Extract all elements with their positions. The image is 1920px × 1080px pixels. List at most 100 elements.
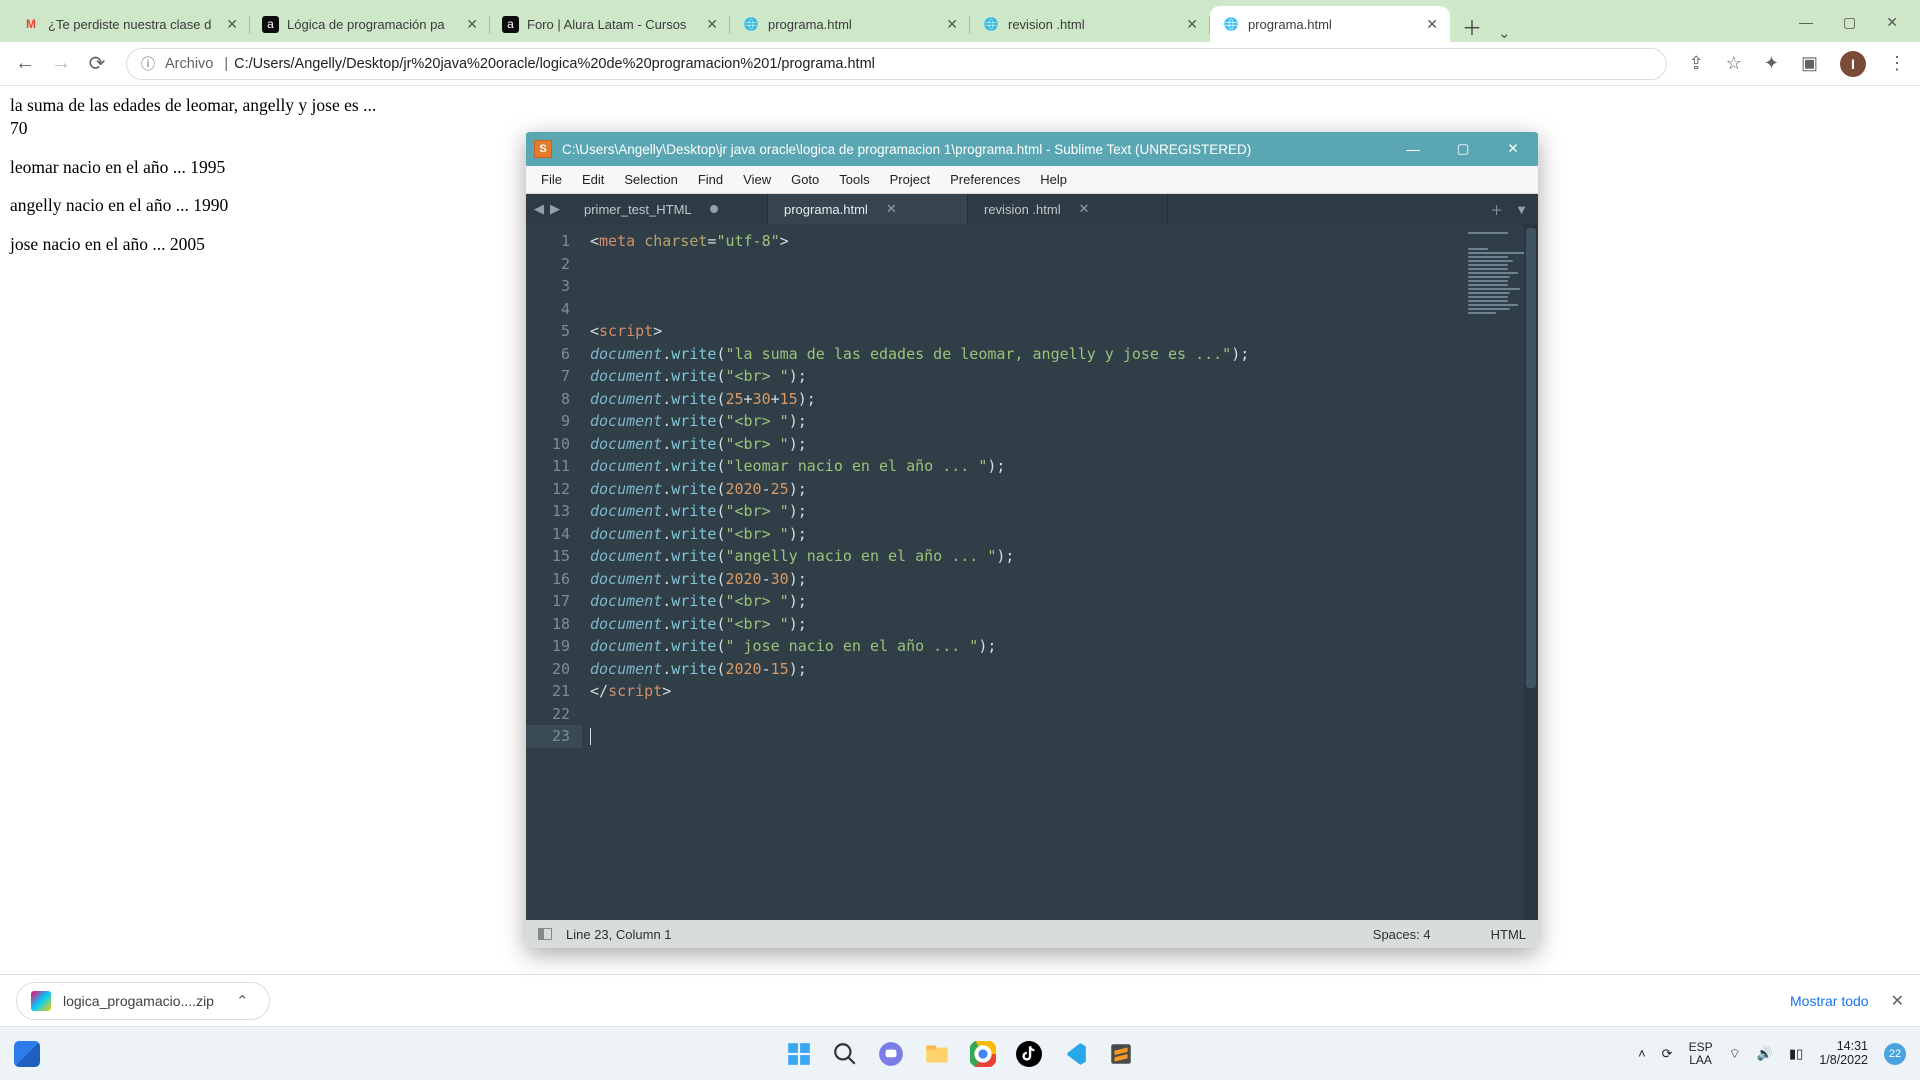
tab-title: ¿Te perdiste nuestra clase d (48, 17, 218, 32)
share-icon[interactable]: ⇪ (1689, 53, 1704, 74)
browser-tab-strip: M ¿Te perdiste nuestra clase d ✕ a Lógic… (0, 0, 1920, 42)
menu-goto[interactable]: Goto (782, 169, 828, 190)
browser-tab[interactable]: a Foro | Alura Latam - Cursos ✕ (490, 6, 730, 42)
minimize-icon[interactable]: — (1799, 14, 1813, 30)
tab-title: revision .html (1008, 17, 1178, 32)
close-icon[interactable]: ✕ (466, 16, 478, 33)
explorer-icon[interactable] (920, 1037, 954, 1071)
menu-project[interactable]: Project (881, 169, 939, 190)
close-icon[interactable]: ✕ (706, 16, 718, 33)
menu-view[interactable]: View (734, 169, 780, 190)
show-all-downloads[interactable]: Mostrar todo (1790, 993, 1869, 1009)
widgets-icon[interactable] (14, 1041, 40, 1067)
close-icon[interactable]: ✕ (226, 16, 238, 33)
download-shelf: logica_progamacio....zip ⌃ Mostrar todo … (0, 974, 1920, 1026)
profile-avatar[interactable]: I (1840, 51, 1866, 77)
sublime-titlebar[interactable]: S C:\Users\Angelly\Desktop\jr java oracl… (526, 132, 1538, 166)
tab-title: Lógica de programación pa (287, 17, 458, 32)
browser-tab-active[interactable]: 🌐 programa.html ✕ (1210, 6, 1450, 42)
reload-button[interactable]: ⟳ (86, 51, 108, 76)
close-icon[interactable]: ✕ (1186, 16, 1198, 33)
keyboard-layout[interactable]: ESPLAA (1689, 1041, 1713, 1066)
start-button[interactable] (782, 1037, 816, 1071)
maximize-icon[interactable]: ▢ (1843, 14, 1856, 31)
close-icon[interactable]: ✕ (1886, 14, 1898, 31)
menu-file[interactable]: File (532, 169, 571, 190)
notifications-badge[interactable]: 22 (1884, 1043, 1906, 1065)
address-bar[interactable]: ⓘ Archivo | C:/Users/Angelly/Desktop/jr%… (126, 48, 1667, 80)
back-button[interactable]: ← (14, 52, 36, 75)
chrome-icon[interactable] (966, 1037, 1000, 1071)
sublime-menubar: File Edit Selection Find View Goto Tools… (526, 166, 1538, 194)
close-icon[interactable]: ✕ (1426, 16, 1438, 33)
close-icon[interactable]: ✕ (886, 201, 897, 217)
editor-tab[interactable]: revision .html ✕ (968, 194, 1168, 224)
browser-tab[interactable]: 🌐 revision .html ✕ (970, 6, 1210, 42)
download-item[interactable]: logica_progamacio....zip ⌃ (16, 982, 270, 1020)
new-view-icon[interactable]: ＋ (1490, 200, 1503, 219)
tab-label: primer_test_HTML (584, 202, 692, 217)
browser-tab[interactable]: M ¿Te perdiste nuestra clase d ✕ (10, 6, 250, 42)
minimize-icon[interactable]: — (1388, 132, 1438, 166)
globe-icon: 🌐 (742, 15, 760, 33)
close-icon[interactable]: ✕ (1079, 201, 1090, 217)
chat-icon[interactable] (874, 1037, 908, 1071)
forward-button[interactable]: → (50, 52, 72, 75)
wifi-icon[interactable]: ⌔ (1729, 1046, 1741, 1062)
scrollbar[interactable] (1524, 224, 1538, 920)
sublime-icon: S (534, 140, 552, 158)
bookmark-icon[interactable]: ☆ (1726, 53, 1742, 74)
menu-tools[interactable]: Tools (830, 169, 878, 190)
menu-preferences[interactable]: Preferences (941, 169, 1029, 190)
tiktok-icon[interactable] (1012, 1037, 1046, 1071)
browser-tab[interactable]: 🌐 programa.html ✕ (730, 6, 970, 42)
editor-area[interactable]: 1234567891011121314151617181920212223 <m… (526, 224, 1538, 920)
maximize-icon[interactable]: ▢ (1438, 132, 1488, 166)
scrollbar-thumb[interactable] (1526, 228, 1536, 688)
menu-find[interactable]: Find (689, 169, 732, 190)
dropdown-icon[interactable]: ▼ (1515, 202, 1528, 217)
menu-selection[interactable]: Selection (615, 169, 686, 190)
sublime-tabbar: ◀ ▶ primer_test_HTML programa.html ✕ revi… (526, 194, 1538, 224)
sublime-statusbar: Line 23, Column 1 Spaces: 4 HTML (526, 920, 1538, 948)
chevron-up-icon[interactable]: ⌃ (236, 992, 249, 1010)
vscode-icon[interactable] (1058, 1037, 1092, 1071)
tab-next-icon[interactable]: ▶ (550, 201, 560, 217)
browser-tab[interactable]: a Lógica de programación pa ✕ (250, 6, 490, 42)
menu-help[interactable]: Help (1031, 169, 1076, 190)
output-line: la suma de las edades de leomar, angelly… (10, 94, 1910, 117)
url-text: C:/Users/Angelly/Desktop/jr%20java%20ora… (234, 56, 875, 72)
search-icon[interactable] (828, 1037, 862, 1071)
menu-icon[interactable]: ⋮ (1888, 53, 1906, 74)
tab-title: programa.html (1248, 17, 1418, 32)
archive-icon (31, 991, 51, 1011)
cursor-position[interactable]: Line 23, Column 1 (566, 927, 672, 942)
tab-prev-icon[interactable]: ◀ (534, 201, 544, 217)
info-icon: ⓘ (141, 54, 155, 74)
code-content[interactable]: <meta charset="utf-8"> <script> document… (582, 224, 1450, 920)
globe-icon: 🌐 (1222, 15, 1240, 33)
alura-icon: a (262, 16, 279, 33)
battery-icon[interactable]: ▮▯ (1789, 1046, 1803, 1062)
url-separator: | (224, 56, 228, 72)
side-panel-icon[interactable]: ▣ (1801, 53, 1818, 74)
sublime-icon[interactable] (1104, 1037, 1138, 1071)
indent-setting[interactable]: Spaces: 4 (1373, 927, 1431, 942)
editor-tab-active[interactable]: programa.html ✕ (768, 194, 968, 224)
close-icon[interactable]: ✕ (1891, 991, 1904, 1011)
new-tab-button[interactable]: ＋ (1456, 10, 1488, 42)
tab-search-icon[interactable]: ⌄ (1498, 24, 1511, 42)
close-icon[interactable]: ✕ (1488, 132, 1538, 166)
tray-chevron-icon[interactable]: ˄ (1638, 1046, 1646, 1061)
syntax-setting[interactable]: HTML (1491, 927, 1526, 942)
sidebar-toggle-icon[interactable] (538, 928, 552, 940)
editor-tab[interactable]: primer_test_HTML (568, 194, 768, 224)
onedrive-icon[interactable]: ⟳ (1662, 1046, 1673, 1062)
close-icon[interactable]: ✕ (946, 16, 958, 33)
volume-icon[interactable]: 🔊 (1757, 1046, 1773, 1062)
menu-edit[interactable]: Edit (573, 169, 613, 190)
clock[interactable]: 14:311/8/2022 (1819, 1040, 1868, 1068)
extensions-icon[interactable]: ✦ (1764, 53, 1779, 74)
globe-icon: 🌐 (982, 15, 1000, 33)
tab-title: Foro | Alura Latam - Cursos (527, 17, 698, 32)
